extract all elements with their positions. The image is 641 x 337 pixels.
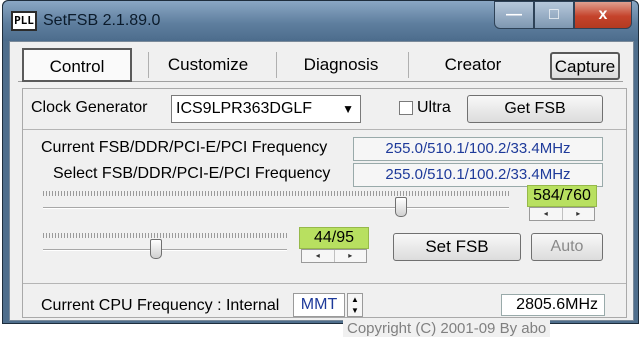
cpu-frequency-label: Current CPU Frequency : Internal (41, 297, 280, 314)
pll-slider-value: 44/95 (299, 227, 369, 249)
current-frequency-label: Current FSB/DDR/PCI-E/PCI Frequency (41, 139, 328, 156)
arrow-right-icon[interactable]: ▸ (333, 250, 367, 262)
pll-slider-ticks (43, 233, 287, 238)
separator (23, 129, 626, 130)
separator (23, 283, 626, 284)
clock-generator-value: ICS9LPR363DGLF (176, 100, 313, 117)
pll-app-icon: PLL (11, 11, 37, 31)
arrow-left-icon[interactable]: ◂ (302, 250, 334, 262)
set-fsb-button[interactable]: Set FSB (393, 233, 521, 261)
tab-diagnosis[interactable]: Diagnosis (276, 48, 406, 82)
clock-generator-select[interactable]: ICS9LPR363DGLF ▼ (171, 95, 361, 123)
auto-button: Auto (531, 233, 603, 261)
get-fsb-button[interactable]: Get FSB (467, 95, 603, 123)
client-area: Control Customize Diagnosis Creator Capt… (9, 41, 634, 337)
cpu-frequency-value: 2805.6MHz (501, 294, 605, 316)
select-frequency-label: Select FSB/DDR/PCI-E/PCI Frequency (53, 165, 331, 182)
close-button[interactable]: x (574, 1, 632, 29)
minimize-button[interactable]: — (494, 1, 534, 29)
fsb-slider-track[interactable] (43, 207, 509, 209)
control-panel: Clock Generator ICS9LPR363DGLF ▼ Ultra G… (22, 88, 627, 337)
arrow-down-icon[interactable]: ▼ (348, 305, 362, 316)
clock-generator-label: Clock Generator (31, 99, 148, 116)
fsb-spin[interactable]: ◂ ▸ (529, 207, 595, 221)
select-frequency-value: 255.0/510.1/100.2/33.4MHz (353, 163, 603, 187)
pll-slider-track[interactable] (43, 249, 287, 251)
tab-creator[interactable]: Creator (408, 48, 538, 82)
ultra-checkbox[interactable] (399, 101, 413, 115)
setfsb-window: PLL SetFSB 2.1.89.0 — □ x Control Custom… (2, 0, 639, 337)
copyright-text: Copyright (C) 2001-09 By abo (343, 320, 551, 337)
maximize-button[interactable]: □ (534, 1, 574, 29)
current-frequency-value: 255.0/510.1/100.2/33.4MHz (353, 137, 603, 161)
arrow-right-icon[interactable]: ▸ (561, 208, 595, 220)
cpu-source-spin[interactable]: ▲ ▼ (347, 293, 363, 317)
tab-control[interactable]: Control (22, 48, 132, 82)
tab-customize[interactable]: Customize (148, 48, 268, 82)
cpu-source-field[interactable]: MMT (293, 293, 345, 317)
title-bar[interactable]: PLL SetFSB 2.1.89.0 — □ x (3, 1, 638, 41)
fsb-slider-thumb[interactable] (394, 197, 407, 217)
pll-spin[interactable]: ◂ ▸ (301, 249, 367, 263)
pll-slider-thumb[interactable] (149, 239, 162, 259)
capture-button[interactable]: Capture (550, 52, 620, 80)
arrow-left-icon[interactable]: ◂ (530, 208, 562, 220)
fsb-slider-value: 584/760 (527, 185, 597, 207)
fsb-slider-ticks (43, 191, 509, 196)
ultra-label: Ultra (417, 99, 451, 116)
window-title: SetFSB 2.1.89.0 (43, 12, 161, 29)
chevron-down-icon: ▼ (342, 102, 354, 116)
arrow-up-icon[interactable]: ▲ (348, 294, 362, 305)
tab-bar: Control Customize Diagnosis Creator Capt… (18, 48, 623, 82)
